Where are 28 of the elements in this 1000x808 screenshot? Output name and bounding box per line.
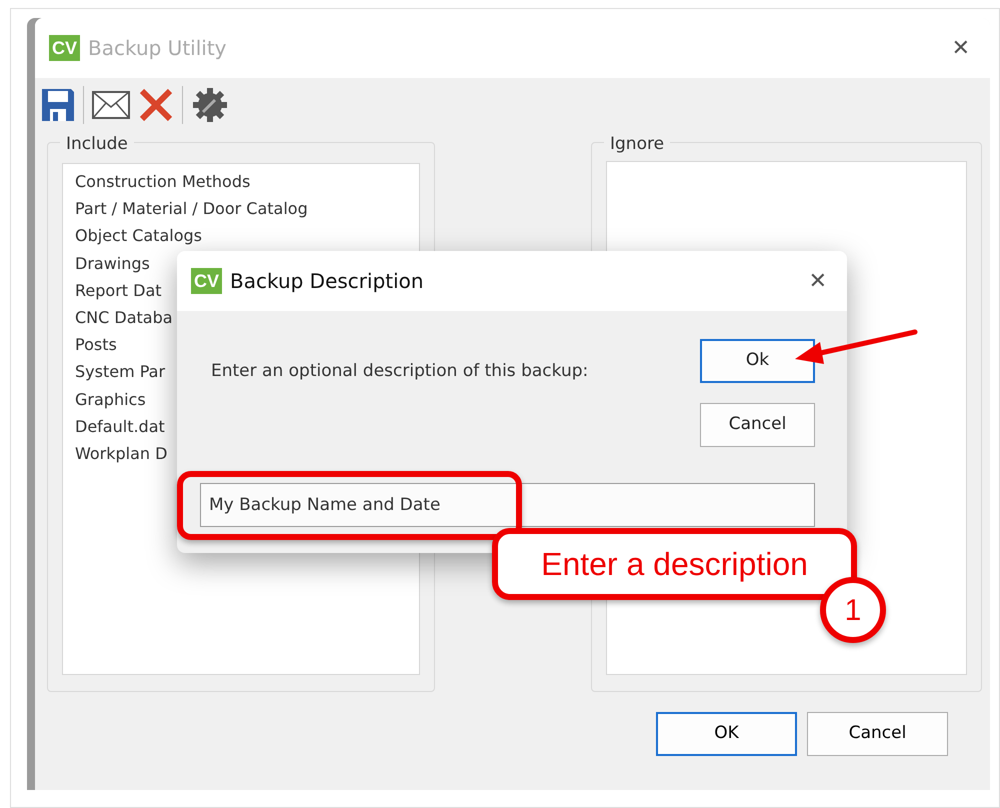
cancel-button[interactable]: Cancel [807, 712, 948, 756]
window-title: Backup Utility [88, 35, 227, 62]
list-item[interactable]: Construction Methods [75, 168, 250, 196]
list-item[interactable]: Default.dat [75, 412, 165, 440]
prompt-text: Enter an optional description of this backup: [211, 360, 588, 383]
callout-label: Enter a description [492, 528, 857, 600]
cancel-button[interactable]: Cancel [700, 403, 815, 447]
logo: CV [49, 35, 80, 61]
close-button[interactable]: ✕ [946, 30, 976, 66]
logo: CV [191, 268, 222, 294]
close-icon[interactable] [138, 87, 174, 123]
list-item[interactable]: Drawings [75, 250, 150, 277]
close-button[interactable]: ✕ [802, 264, 833, 298]
list-item[interactable]: Graphics [75, 386, 146, 413]
ok-button[interactable]: OK [656, 712, 797, 756]
list-item[interactable]: Report Dat [75, 276, 162, 304]
list-item[interactable]: Workplan D [75, 440, 168, 468]
ok-button[interactable]: Ok [700, 339, 815, 383]
save-icon[interactable] [41, 88, 75, 122]
dialog-title: Backup Description [230, 268, 424, 295]
list-item[interactable]: Posts [75, 331, 117, 358]
list-item[interactable]: CNC Databa [75, 304, 173, 332]
list-item[interactable]: Object Catalogs [75, 222, 202, 250]
list-item[interactable]: System Par [75, 358, 166, 386]
gear-icon[interactable] [191, 86, 229, 124]
mail-icon[interactable] [92, 91, 130, 119]
list-item[interactable]: Part / Material / Door Catalog [75, 195, 308, 222]
description-field[interactable]: My Backup Name and Date [200, 483, 815, 527]
